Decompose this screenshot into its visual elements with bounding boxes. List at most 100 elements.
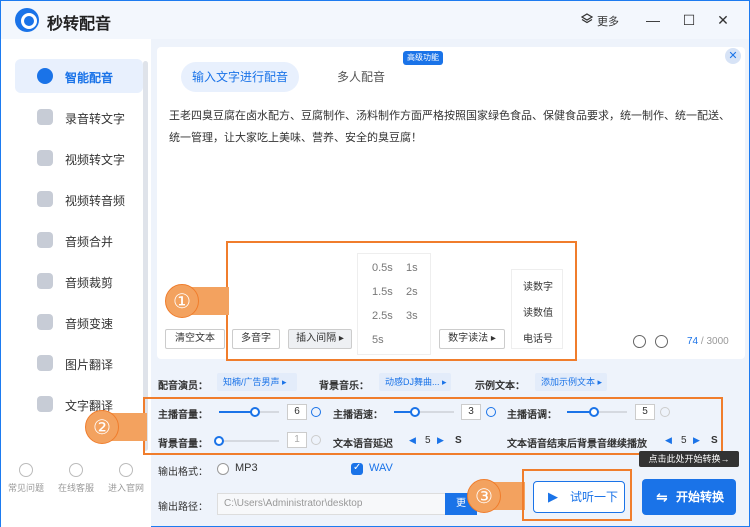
delay-unit: S	[455, 435, 462, 446]
bg-volume-slider[interactable]	[214, 436, 279, 446]
speed-knob[interactable]	[410, 407, 420, 417]
main-volume-reset-icon[interactable]	[311, 407, 321, 417]
tone-label: 主播语调：	[507, 410, 557, 421]
faq-link[interactable]: 常见问题	[1, 463, 51, 494]
main-volume-knob[interactable]	[250, 407, 260, 417]
close-button[interactable]: ✕	[713, 10, 733, 30]
main-volume-value[interactable]: 6	[287, 404, 307, 420]
voice-label: 配音演员：	[158, 381, 208, 392]
tone-knob[interactable]	[589, 407, 599, 417]
undo-icon[interactable]	[633, 335, 646, 348]
pause-option[interactable]: 1.5s	[372, 286, 393, 298]
voice-select[interactable]: 知楠/广告男声 ▸	[217, 373, 297, 391]
speed-slider[interactable]	[394, 407, 454, 417]
char-count: 74	[687, 336, 699, 347]
website-link[interactable]: 进入官网	[101, 463, 151, 494]
sample-select[interactable]: 添加示例文本 ▸	[535, 373, 607, 391]
pause-options-panel: 0.5s 1s 1.5s 2s 2.5s 3s 5s	[357, 253, 431, 355]
output-path-field[interactable]: C:\Users\Administrator\desktop	[217, 493, 477, 515]
tone-value[interactable]: 5	[635, 404, 655, 420]
bg-volume-knob[interactable]	[214, 436, 224, 446]
start-convert-label: 开始转换	[676, 490, 725, 504]
pause-option[interactable]: 1s	[406, 262, 418, 274]
continue-decrease-button[interactable]: ◀	[665, 435, 672, 446]
faq-label: 常见问题	[7, 483, 44, 493]
tone-reset-icon[interactable]	[660, 407, 670, 417]
bg-volume-value[interactable]: 1	[287, 432, 307, 448]
pause-option[interactable]: 3s	[406, 310, 418, 322]
sidebar-item-smart-dubbing[interactable]: 智能配音	[15, 59, 143, 93]
sidebar-item-label: 录音转文字	[65, 112, 126, 126]
layers-icon[interactable]	[581, 13, 593, 25]
main-volume-label: 主播音量：	[158, 410, 208, 421]
text-icon	[37, 109, 53, 125]
digit-option[interactable]: 读数值	[512, 304, 564, 319]
digit-option[interactable]: 读数字	[512, 278, 564, 293]
mp3-radio[interactable]	[217, 463, 229, 475]
audio-icon	[37, 191, 53, 207]
continue-value: 5	[681, 435, 687, 446]
text-input-area[interactable]: 王老四臭豆腐在卤水配方、豆腐制作、汤料制作方面严格按照国家绿色食品、保健食品要求…	[169, 105, 734, 149]
premium-badge: 高级功能	[403, 51, 443, 65]
digit-reading-button[interactable]: 数字读法 ▸	[439, 329, 505, 349]
speed-value[interactable]: 3	[461, 404, 481, 420]
maximize-button[interactable]: ☐	[679, 10, 699, 30]
title-bar: 秒转配音 更多 — ☐ ✕	[1, 1, 749, 39]
start-convert-button[interactable]: ⇋ 开始转换	[642, 479, 736, 515]
char-counter: 74 / 3000	[687, 336, 729, 347]
app-window: 秒转配音 更多 — ☐ ✕ 智能配音 录音转文字 视频转文字 视频转音频 音频合…	[0, 0, 750, 527]
pause-option[interactable]: 0.5s	[372, 262, 393, 274]
sidebar-item-record-to-text[interactable]: 录音转文字	[15, 100, 143, 134]
delay-label: 文本语音延迟	[333, 439, 393, 450]
sidebar-scrollbar[interactable]	[143, 61, 148, 451]
minimize-button[interactable]: —	[643, 10, 663, 30]
path-label: 输出路径：	[158, 502, 208, 513]
speed-reset-icon[interactable]	[486, 407, 496, 417]
continue-increase-button[interactable]: ▶	[693, 435, 700, 446]
pause-option[interactable]: 5s	[372, 334, 384, 346]
wav-radio[interactable]	[351, 462, 363, 475]
delay-value: 5	[425, 435, 431, 446]
panel-close-icon[interactable]: ✕	[725, 48, 741, 64]
bgm-select[interactable]: 动感DJ舞曲... ▸	[379, 373, 451, 391]
clear-text-button[interactable]: 清空文本	[165, 329, 225, 349]
pause-option[interactable]: 2s	[406, 286, 418, 298]
more-menu[interactable]: 更多	[597, 13, 619, 29]
trial-listen-button[interactable]: ▶ 试听一下	[533, 481, 625, 513]
translate-icon	[37, 396, 53, 412]
scissors-icon	[37, 273, 53, 289]
mic-icon	[37, 68, 53, 84]
sidebar-item-image-translate[interactable]: 图片翻译	[15, 346, 143, 380]
tab-text-input[interactable]: 输入文字进行配音	[181, 62, 299, 92]
bg-volume-reset-icon[interactable]	[311, 435, 321, 445]
redo-icon[interactable]	[655, 335, 668, 348]
char-limit: / 3000	[698, 336, 729, 347]
delay-decrease-button[interactable]: ◀	[409, 435, 416, 446]
support-label: 在线客服	[57, 483, 94, 493]
support-link[interactable]: 在线客服	[51, 463, 101, 494]
digit-option[interactable]: 电话号	[512, 330, 564, 345]
main-volume-slider[interactable]	[219, 407, 279, 417]
sidebar-item-audio-merge[interactable]: 音频合并	[15, 223, 143, 257]
tone-slider[interactable]	[567, 407, 627, 417]
bg-volume-label: 背景音量：	[158, 439, 208, 450]
sidebar-item-label: 音频裁剪	[65, 276, 114, 290]
sidebar-item-audio-cut[interactable]: 音频裁剪	[15, 264, 143, 298]
sidebar-item-video-to-text[interactable]: 视频转文字	[15, 141, 143, 175]
question-icon	[19, 463, 33, 477]
polyphone-button[interactable]: 多音字	[232, 329, 280, 349]
mp3-label: MP3	[235, 462, 258, 474]
sidebar-item-label: 图片翻译	[65, 358, 114, 372]
sidebar-item-video-to-audio[interactable]: 视频转音频	[15, 182, 143, 216]
sidebar-item-label: 视频转文字	[65, 153, 126, 167]
sidebar-item-audio-speed[interactable]: 音频变速	[15, 305, 143, 339]
delay-increase-button[interactable]: ▶	[437, 435, 444, 446]
insert-pause-button[interactable]: 插入间隔 ▸	[288, 329, 352, 349]
tab-multi-voice[interactable]: 多人配音	[321, 62, 401, 92]
voice-value: 知楠/广告男声	[223, 377, 280, 387]
annotation-number-2: ②	[85, 410, 119, 444]
bgm-label: 背景音乐：	[319, 381, 369, 392]
pause-option[interactable]: 2.5s	[372, 310, 393, 322]
play-icon: ▶	[548, 489, 558, 504]
digit-reading-label: 数字读法	[448, 333, 489, 344]
